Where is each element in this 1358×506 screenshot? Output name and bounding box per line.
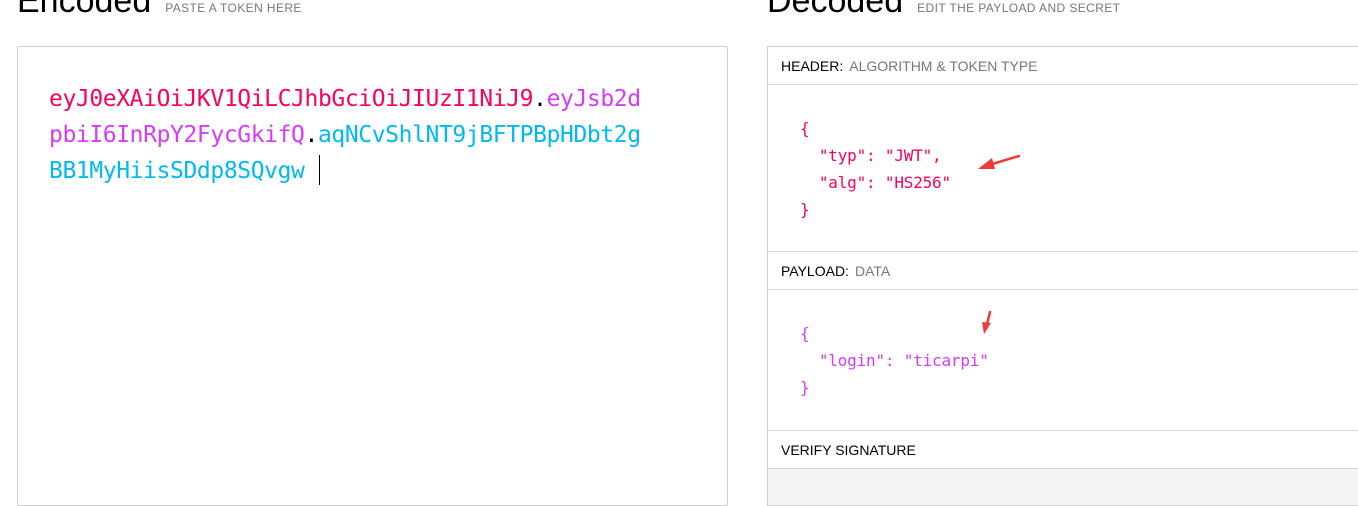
encoded-title: Encoded (17, 0, 152, 20)
text-caret (318, 155, 320, 185)
header-section-label: HEADER: (781, 57, 844, 74)
encoded-subtitle: PASTE A TOKEN HERE (165, 1, 302, 15)
payload-json-editor[interactable]: { "login": "ticarpi" } (768, 290, 1358, 430)
decoded-heading: Decoded EDIT THE PAYLOAD AND SECRET (767, 0, 1120, 18)
header-json-text[interactable]: { "typ": "JWT", "alg": "HS256" } (800, 115, 951, 223)
payload-section-label: PAYLOAD: (781, 262, 849, 279)
token-text[interactable]: eyJ0eXAiOiJKV1QiLCJhbGciOiJIUzI1NiJ9.eyJ… (49, 81, 649, 189)
token-dot: . (304, 122, 319, 148)
token-header-part: eyJ0eXAiOiJKV1QiLCJhbGciOiJIUzI1NiJ9 (49, 86, 534, 112)
annotation-arrow-icon (978, 154, 1021, 169)
decoded-subtitle: EDIT THE PAYLOAD AND SECRET (917, 1, 1121, 15)
token-dot: . (533, 86, 547, 112)
header-json-editor[interactable]: { "typ": "JWT", "alg": "HS256" } (768, 85, 1358, 251)
header-section-title: HEADER: ALGORITHM & TOKEN TYPE (768, 47, 1358, 85)
signature-section-body (768, 469, 1358, 505)
encoded-token-editor[interactable]: eyJ0eXAiOiJKV1QiLCJhbGciOiJIUzI1NiJ9.eyJ… (17, 46, 728, 506)
payload-section-title: PAYLOAD: DATA (768, 252, 1358, 290)
signature-section-label: VERIFY SIGNATURE (781, 441, 916, 458)
header-section-hint: ALGORITHM & TOKEN TYPE (849, 57, 1038, 74)
payload-json-text[interactable]: { "login": "ticarpi" } (800, 320, 989, 401)
encoded-heading: Encoded PASTE A TOKEN HERE (17, 0, 302, 18)
decoded-panel: HEADER: ALGORITHM & TOKEN TYPE { "typ": … (767, 46, 1358, 506)
decoded-title: Decoded (767, 0, 904, 20)
payload-section-hint: DATA (854, 262, 891, 279)
signature-section-title: VERIFY SIGNATURE (768, 431, 1358, 469)
annotation-arrow-icon (982, 310, 992, 334)
